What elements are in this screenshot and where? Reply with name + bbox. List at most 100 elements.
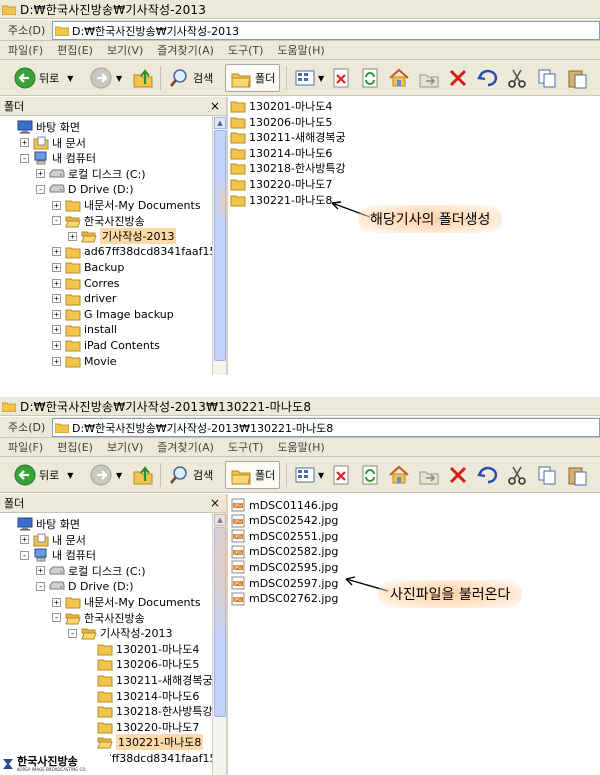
file-item[interactable]: 130211-새해경복궁 — [230, 129, 346, 145]
undo-button[interactable] — [476, 64, 498, 92]
back-button[interactable]: 뒤로 ▼ — [14, 64, 73, 92]
tree-item[interactable]: 130214-마나도6 — [84, 688, 199, 704]
tree-item[interactable]: + Backup — [52, 259, 124, 275]
sync-button[interactable] — [360, 64, 380, 92]
menu-file[interactable]: 파일(F) — [8, 439, 43, 455]
menu-view[interactable]: 보기(V) — [107, 439, 143, 455]
file-item[interactable]: 130221-마나도8 — [230, 192, 332, 208]
tree-scrollbar[interactable]: ▲ — [212, 116, 226, 375]
forward-button[interactable]: ▼ — [90, 64, 122, 92]
tree-item[interactable]: - 내 컴퓨터 — [20, 150, 96, 166]
menu-tools[interactable]: 도구(T) — [228, 439, 264, 455]
search-button[interactable]: 검색 — [168, 64, 213, 92]
tree-item[interactable]: + 내 문서 — [20, 135, 86, 151]
search-button[interactable]: 검색 — [168, 461, 213, 489]
expand-icon[interactable]: + — [52, 200, 61, 210]
menu-edit[interactable]: 편집(E) — [57, 42, 93, 58]
collapse-icon[interactable]: - — [20, 550, 29, 560]
up-folder-button[interactable] — [132, 64, 154, 92]
copy-button[interactable] — [536, 64, 558, 92]
tree-item[interactable]: + 내문서-My Documents — [52, 594, 201, 610]
expand-icon[interactable]: + — [52, 247, 61, 257]
tree-item[interactable]: + 기사작성-2013 — [68, 228, 177, 245]
file-item[interactable]: JPG mDSC02582.jpg — [230, 544, 338, 560]
tree-item[interactable]: 130211-새해경복궁 — [84, 672, 212, 688]
tree-item[interactable]: + 내문서-My Documents — [52, 197, 201, 213]
tree-item[interactable]: + iPad Contents — [52, 337, 160, 353]
views-button[interactable]: ▼ — [294, 461, 324, 489]
tree-item[interactable]: 130218-한사방특강 — [84, 703, 212, 719]
file-item[interactable]: JPG mDSC02551.jpg — [230, 528, 338, 544]
expand-icon[interactable]: + — [52, 325, 61, 335]
expand-icon[interactable]: + — [52, 294, 61, 304]
tree-item[interactable]: 130201-마나도4 — [84, 641, 199, 657]
collapse-icon[interactable]: - — [52, 613, 61, 623]
collapse-icon[interactable]: - — [68, 628, 77, 638]
tree-item[interactable]: - D Drive (D:) — [36, 181, 134, 197]
expand-icon[interactable]: + — [52, 356, 61, 366]
folders-button[interactable]: 폴더 — [225, 64, 281, 92]
dropdown-arrow-icon[interactable]: ▼ — [67, 471, 73, 480]
tree-item[interactable]: + driver — [52, 291, 116, 307]
scroll-up-icon[interactable]: ▲ — [214, 117, 226, 129]
expand-icon[interactable]: + — [20, 138, 29, 148]
views-button[interactable]: ▼ — [294, 64, 324, 92]
dropdown-arrow-icon[interactable]: ▼ — [116, 74, 122, 83]
file-item[interactable]: 130218-한사방특강 — [230, 160, 346, 176]
expand-icon[interactable]: + — [52, 262, 61, 272]
tree-item[interactable]: + G Image backup — [52, 306, 174, 322]
close-icon[interactable]: × — [210, 99, 220, 113]
home-button[interactable] — [388, 64, 410, 92]
file-item[interactable]: 130214-마나도6 — [230, 145, 332, 161]
tree-item[interactable]: - 한국사진방송 — [52, 610, 145, 626]
file-item[interactable]: 130206-마나도5 — [230, 114, 332, 130]
delete-file-button[interactable] — [331, 64, 351, 92]
expand-icon[interactable]: + — [52, 340, 61, 350]
expand-icon[interactable]: + — [68, 231, 77, 241]
dropdown-arrow-icon[interactable]: ▼ — [318, 74, 324, 83]
menu-file[interactable]: 파일(F) — [8, 42, 43, 58]
menu-view[interactable]: 보기(V) — [107, 42, 143, 58]
paste-button[interactable] — [566, 64, 588, 92]
tree-item[interactable]: - 내 컴퓨터 — [20, 547, 96, 563]
folders-button[interactable]: 폴더 — [225, 461, 281, 489]
collapse-icon[interactable]: - — [36, 581, 45, 591]
dropdown-arrow-icon[interactable]: ▼ — [116, 471, 122, 480]
dropdown-arrow-icon[interactable]: ▼ — [318, 471, 324, 480]
move-to-button[interactable] — [418, 64, 440, 92]
move-to-button[interactable] — [418, 461, 440, 489]
file-item[interactable]: JPG mDSC02762.jpg — [230, 591, 338, 607]
delete-file-button[interactable] — [331, 461, 351, 489]
tree-item[interactable]: + ad67ff38dcd8341faaf1551d8 — [52, 244, 212, 260]
delete-button[interactable] — [448, 461, 468, 489]
cut-button[interactable] — [506, 64, 528, 92]
menu-favorites[interactable]: 즐겨찾기(A) — [157, 439, 214, 455]
menu-tools[interactable]: 도구(T) — [228, 42, 264, 58]
collapse-icon[interactable]: - — [36, 184, 45, 194]
up-folder-button[interactable] — [132, 461, 154, 489]
tree-item[interactable]: + Movie — [52, 353, 117, 369]
tree-item[interactable]: 130221-마나도8 — [84, 734, 204, 751]
paste-button[interactable] — [566, 461, 588, 489]
collapse-icon[interactable]: - — [20, 153, 29, 163]
home-button[interactable] — [388, 461, 410, 489]
back-button[interactable]: 뒤로 ▼ — [14, 461, 73, 489]
tree-item[interactable]: + install — [52, 322, 117, 338]
tree-item[interactable]: 130220-마나도7 — [84, 719, 199, 735]
tree-item[interactable]: + 로컬 디스크 (C:) — [36, 166, 146, 182]
expand-icon[interactable]: + — [52, 597, 61, 607]
tree-item[interactable]: + 로컬 디스크 (C:) — [36, 563, 146, 579]
expand-icon[interactable]: + — [52, 309, 61, 319]
tree-item[interactable]: - 한국사진방송 — [52, 213, 145, 229]
file-item[interactable]: 130220-마나도7 — [230, 176, 332, 192]
menu-edit[interactable]: 편집(E) — [57, 439, 93, 455]
forward-button[interactable]: ▼ — [90, 461, 122, 489]
tree-item[interactable]: 130206-마나도5 — [84, 656, 199, 672]
expand-icon[interactable]: + — [52, 278, 61, 288]
dropdown-arrow-icon[interactable]: ▼ — [67, 74, 73, 83]
expand-icon[interactable]: + — [36, 169, 45, 179]
scrollbar-thumb[interactable] — [214, 130, 226, 361]
file-item[interactable]: JPG mDSC02595.jpg — [230, 559, 338, 575]
address-field[interactable]: D:₩한국사진방송₩기사작성-2013₩130221-마나도8 — [52, 418, 600, 437]
tree-item[interactable]: - 기사작성-2013 — [68, 625, 172, 641]
